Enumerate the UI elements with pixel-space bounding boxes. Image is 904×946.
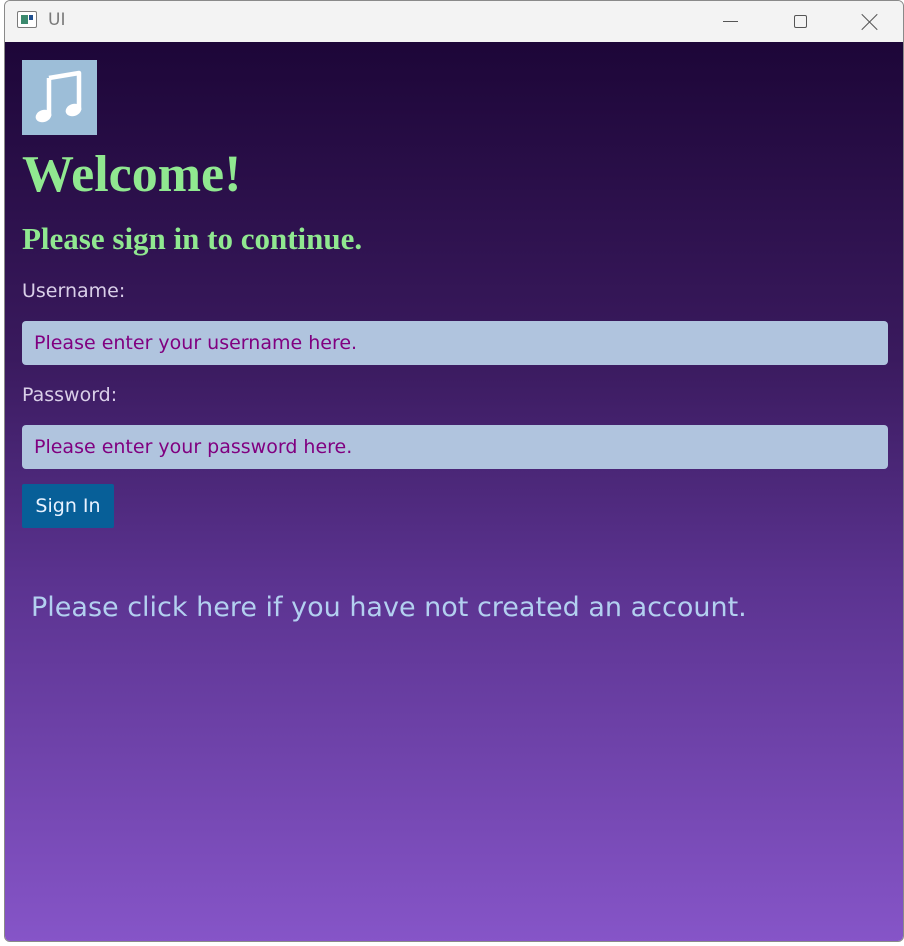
app-window: UI Welcome! Please sign in to continue. … [4, 0, 904, 942]
close-button[interactable] [835, 1, 903, 42]
app-window-icon [17, 11, 37, 28]
create-account-link[interactable]: Please click here if you have not create… [31, 592, 747, 623]
sign-in-button[interactable]: Sign In [22, 484, 114, 528]
window-title: UI [48, 10, 66, 30]
music-note-icon [35, 70, 81, 122]
login-panel: Welcome! Please sign in to continue. Use… [5, 42, 903, 941]
username-input[interactable] [22, 321, 888, 365]
password-input[interactable] [22, 425, 888, 469]
welcome-heading: Welcome! [22, 146, 242, 203]
minimize-button[interactable] [695, 1, 765, 42]
title-bar[interactable]: UI [5, 1, 903, 42]
minimize-icon [722, 21, 738, 22]
logo [22, 60, 97, 135]
username-label: Username: [22, 280, 126, 302]
maximize-button[interactable] [765, 1, 835, 42]
password-label: Password: [22, 384, 118, 406]
sign-in-subtitle: Please sign in to continue. [22, 221, 363, 256]
maximize-icon [793, 15, 807, 28]
close-icon [861, 13, 879, 31]
